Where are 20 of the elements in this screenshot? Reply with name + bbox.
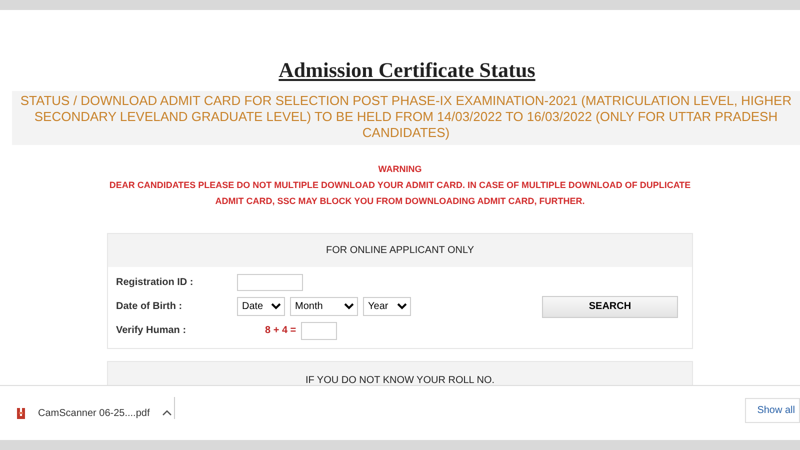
field-label: Verify Human : <box>116 325 188 336</box>
field-label: Date of Birth : <box>116 301 184 312</box>
panel-title: FOR ONLINE APPLICANT ONLY <box>326 245 474 256</box>
chevron-up-icon[interactable] <box>162 410 172 416</box>
download-file-name[interactable]: CamScanner 06-25....pdf <box>38 408 150 418</box>
warning-text: DEAR CANDIDATES PLEASE DO NOT MULTIPLE DOWNLOAD YOUR ADMIT CARD. IN CASE OF MULTIPLE DOWNLOAD OF DUPLICATE ADMIT CARD, SSC MAY BLOCK YOU FROM DOWNLOADING ADMIT CARD, FURTHER. <box>108 179 692 208</box>
dropdown[interactable]: Month <box>290 297 358 316</box>
registration-id-field[interactable] <box>237 274 303 291</box>
page-heading: Admission Certificate Status <box>278 58 536 83</box>
field-label: Registration ID : <box>116 277 194 288</box>
dropdown[interactable]: Year <box>363 297 411 316</box>
warning-title: WARNING <box>377 163 423 176</box>
pdf-file-icon <box>16 406 26 420</box>
panel-title: IF YOU DO NOT KNOW YOUR ROLL NO. <box>305 374 495 385</box>
search-button[interactable]: SEARCH <box>542 296 678 318</box>
dropdown[interactable]: Date <box>237 297 285 316</box>
captcha-question: 8 + 4 = <box>265 325 296 336</box>
captcha-answer-field[interactable] <box>301 322 338 340</box>
notice-banner: STATUS / DOWNLOAD ADMIT CARD FOR SELECTION POST PHASE-IX EXAMINATION-2021 (MATRICULATION LEVEL, HIGHER SECONDARY LEVELAND GRADUATE LEVEL) TO BE HELD FROM 14/03/2022 TO 16/03/2022 (ONLY FOR UTTAR PRADESH CANDIDATES) <box>12 91 800 145</box>
show-all-button[interactable]: Show all <box>745 398 800 422</box>
